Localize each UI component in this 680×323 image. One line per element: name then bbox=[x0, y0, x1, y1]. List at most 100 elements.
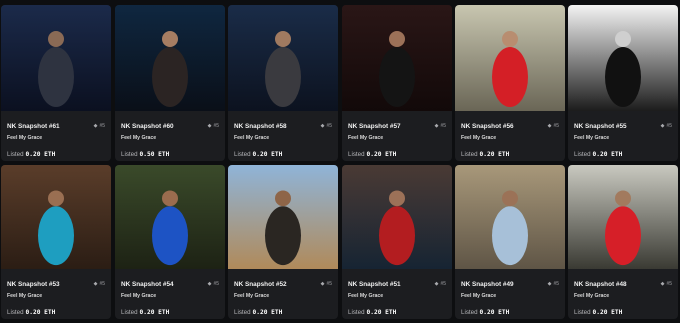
collection-name[interactable]: Feel My Grace bbox=[461, 135, 559, 143]
nft-title[interactable]: NK Snapshot #61 bbox=[7, 123, 60, 130]
edition-badge: ◆ #5 bbox=[94, 123, 105, 129]
price-value: 0.20 ETH bbox=[252, 309, 283, 316]
collection-name[interactable]: Feel My Grace bbox=[121, 135, 219, 143]
listed-label: Listed bbox=[348, 309, 365, 316]
edition-count: #5 bbox=[99, 281, 105, 287]
price-value: 0.20 ETH bbox=[592, 309, 623, 316]
collection-name[interactable]: Feel My Grace bbox=[574, 293, 672, 301]
listing-status: Listed 0.20 ETH bbox=[234, 309, 332, 316]
diamond-icon: ◆ bbox=[547, 281, 552, 287]
edition-count: #5 bbox=[326, 123, 332, 129]
listed-label: Listed bbox=[121, 309, 138, 316]
nft-card[interactable]: NK Snapshot #58 ◆ #5 Feel My Grace Listed 0.2… bbox=[228, 5, 338, 161]
photo-image bbox=[568, 165, 678, 269]
nft-card[interactable]: NK Snapshot #61 ◆ #5 Feel My Grace Listed 0.2… bbox=[1, 5, 111, 161]
nft-title[interactable]: NK Snapshot #56 bbox=[461, 123, 514, 130]
nft-thumbnail[interactable] bbox=[228, 5, 338, 111]
nft-thumbnail[interactable] bbox=[342, 5, 452, 111]
collection-name[interactable]: Feel My Grace bbox=[234, 135, 332, 143]
listing-status: Listed 0.20 ETH bbox=[7, 309, 105, 316]
nft-title[interactable]: NK Snapshot #51 bbox=[348, 281, 401, 288]
edition-badge: ◆ #5 bbox=[94, 281, 105, 287]
edition-count: #5 bbox=[326, 281, 332, 287]
collection-name[interactable]: Feel My Grace bbox=[461, 293, 559, 301]
listed-label: Listed bbox=[461, 151, 478, 158]
diamond-icon: ◆ bbox=[660, 123, 665, 129]
nft-card[interactable]: NK Snapshot #48 ◆ #5 Feel My Grace Listed 0.2… bbox=[568, 165, 678, 319]
listing-status: Listed 0.20 ETH bbox=[461, 151, 559, 158]
price-value: 0.20 ETH bbox=[479, 309, 510, 316]
nft-card[interactable]: NK Snapshot #53 ◆ #5 Feel My Grace Listed 0.2… bbox=[1, 165, 111, 319]
nft-thumbnail[interactable] bbox=[1, 165, 111, 269]
nft-thumbnail[interactable] bbox=[342, 165, 452, 269]
photo-image bbox=[342, 165, 452, 269]
price-value: 0.20 ETH bbox=[252, 151, 283, 158]
edition-badge: ◆ #5 bbox=[208, 123, 219, 129]
diamond-icon: ◆ bbox=[434, 123, 439, 129]
listed-label: Listed bbox=[348, 151, 365, 158]
edition-badge: ◆ #5 bbox=[435, 281, 446, 287]
nft-card[interactable]: NK Snapshot #54 ◆ #5 Feel My Grace Listed 0.2… bbox=[115, 165, 225, 319]
nft-thumbnail[interactable] bbox=[115, 165, 225, 269]
photo-image bbox=[1, 165, 111, 269]
nft-card[interactable]: NK Snapshot #60 ◆ #5 Feel My Grace Listed 0.5… bbox=[115, 5, 225, 161]
nft-card[interactable]: NK Snapshot #49 ◆ #5 Feel My Grace Listed 0.2… bbox=[455, 165, 565, 319]
nft-thumbnail[interactable] bbox=[115, 5, 225, 111]
collection-name[interactable]: Feel My Grace bbox=[574, 135, 672, 143]
nft-title[interactable]: NK Snapshot #53 bbox=[7, 281, 60, 288]
collection-name[interactable]: Feel My Grace bbox=[234, 293, 332, 301]
collection-name[interactable]: Feel My Grace bbox=[348, 293, 446, 301]
edition-count: #5 bbox=[553, 281, 559, 287]
listed-label: Listed bbox=[574, 151, 591, 158]
collection-name[interactable]: Feel My Grace bbox=[121, 293, 219, 301]
nft-title[interactable]: NK Snapshot #48 bbox=[574, 281, 627, 288]
listed-label: Listed bbox=[7, 151, 24, 158]
nft-title[interactable]: NK Snapshot #57 bbox=[348, 123, 401, 130]
edition-badge: ◆ #5 bbox=[661, 281, 672, 287]
listed-label: Listed bbox=[234, 309, 251, 316]
nft-title[interactable]: NK Snapshot #55 bbox=[574, 123, 627, 130]
listing-status: Listed 0.20 ETH bbox=[348, 309, 446, 316]
photo-image bbox=[568, 5, 678, 111]
diamond-icon: ◆ bbox=[93, 123, 98, 129]
price-value: 0.20 ETH bbox=[366, 309, 397, 316]
nft-thumbnail[interactable] bbox=[1, 5, 111, 111]
nft-card[interactable]: NK Snapshot #57 ◆ #5 Feel My Grace Listed 0.2… bbox=[342, 5, 452, 161]
nft-thumbnail[interactable] bbox=[568, 5, 678, 111]
price-value: 0.20 ETH bbox=[479, 151, 510, 158]
price-value: 0.20 ETH bbox=[25, 151, 56, 158]
collection-name[interactable]: Feel My Grace bbox=[7, 293, 105, 301]
photo-image bbox=[228, 165, 338, 269]
photo-image bbox=[1, 5, 111, 111]
listed-label: Listed bbox=[234, 151, 251, 158]
listing-status: Listed 0.20 ETH bbox=[574, 151, 672, 158]
photo-image bbox=[455, 165, 565, 269]
diamond-icon: ◆ bbox=[660, 281, 665, 287]
nft-title[interactable]: NK Snapshot #60 bbox=[121, 123, 174, 130]
nft-title[interactable]: NK Snapshot #58 bbox=[234, 123, 287, 130]
nft-thumbnail[interactable] bbox=[568, 165, 678, 269]
listing-status: Listed 0.20 ETH bbox=[574, 309, 672, 316]
nft-title[interactable]: NK Snapshot #54 bbox=[121, 281, 174, 288]
nft-thumbnail[interactable] bbox=[228, 165, 338, 269]
listing-status: Listed 0.20 ETH bbox=[234, 151, 332, 158]
edition-badge: ◆ #5 bbox=[208, 281, 219, 287]
diamond-icon: ◆ bbox=[434, 281, 439, 287]
edition-badge: ◆ #5 bbox=[321, 281, 332, 287]
nft-card[interactable]: NK Snapshot #56 ◆ #5 Feel My Grace Listed 0.2… bbox=[455, 5, 565, 161]
nft-card[interactable]: NK Snapshot #51 ◆ #5 Feel My Grace Listed 0.2… bbox=[342, 165, 452, 319]
nft-thumbnail[interactable] bbox=[455, 165, 565, 269]
nft-card[interactable]: NK Snapshot #55 ◆ #5 Feel My Grace Listed 0.2… bbox=[568, 5, 678, 161]
photo-image bbox=[115, 5, 225, 111]
photo-image bbox=[342, 5, 452, 111]
edition-badge: ◆ #5 bbox=[548, 123, 559, 129]
collection-name[interactable]: Feel My Grace bbox=[348, 135, 446, 143]
nft-title[interactable]: NK Snapshot #52 bbox=[234, 281, 287, 288]
edition-badge: ◆ #5 bbox=[548, 281, 559, 287]
nft-card[interactable]: NK Snapshot #52 ◆ #5 Feel My Grace Listed 0.2… bbox=[228, 165, 338, 319]
price-value: 0.20 ETH bbox=[25, 309, 56, 316]
collection-name[interactable]: Feel My Grace bbox=[7, 135, 105, 143]
diamond-icon: ◆ bbox=[93, 281, 98, 287]
nft-title[interactable]: NK Snapshot #49 bbox=[461, 281, 514, 288]
nft-thumbnail[interactable] bbox=[455, 5, 565, 111]
